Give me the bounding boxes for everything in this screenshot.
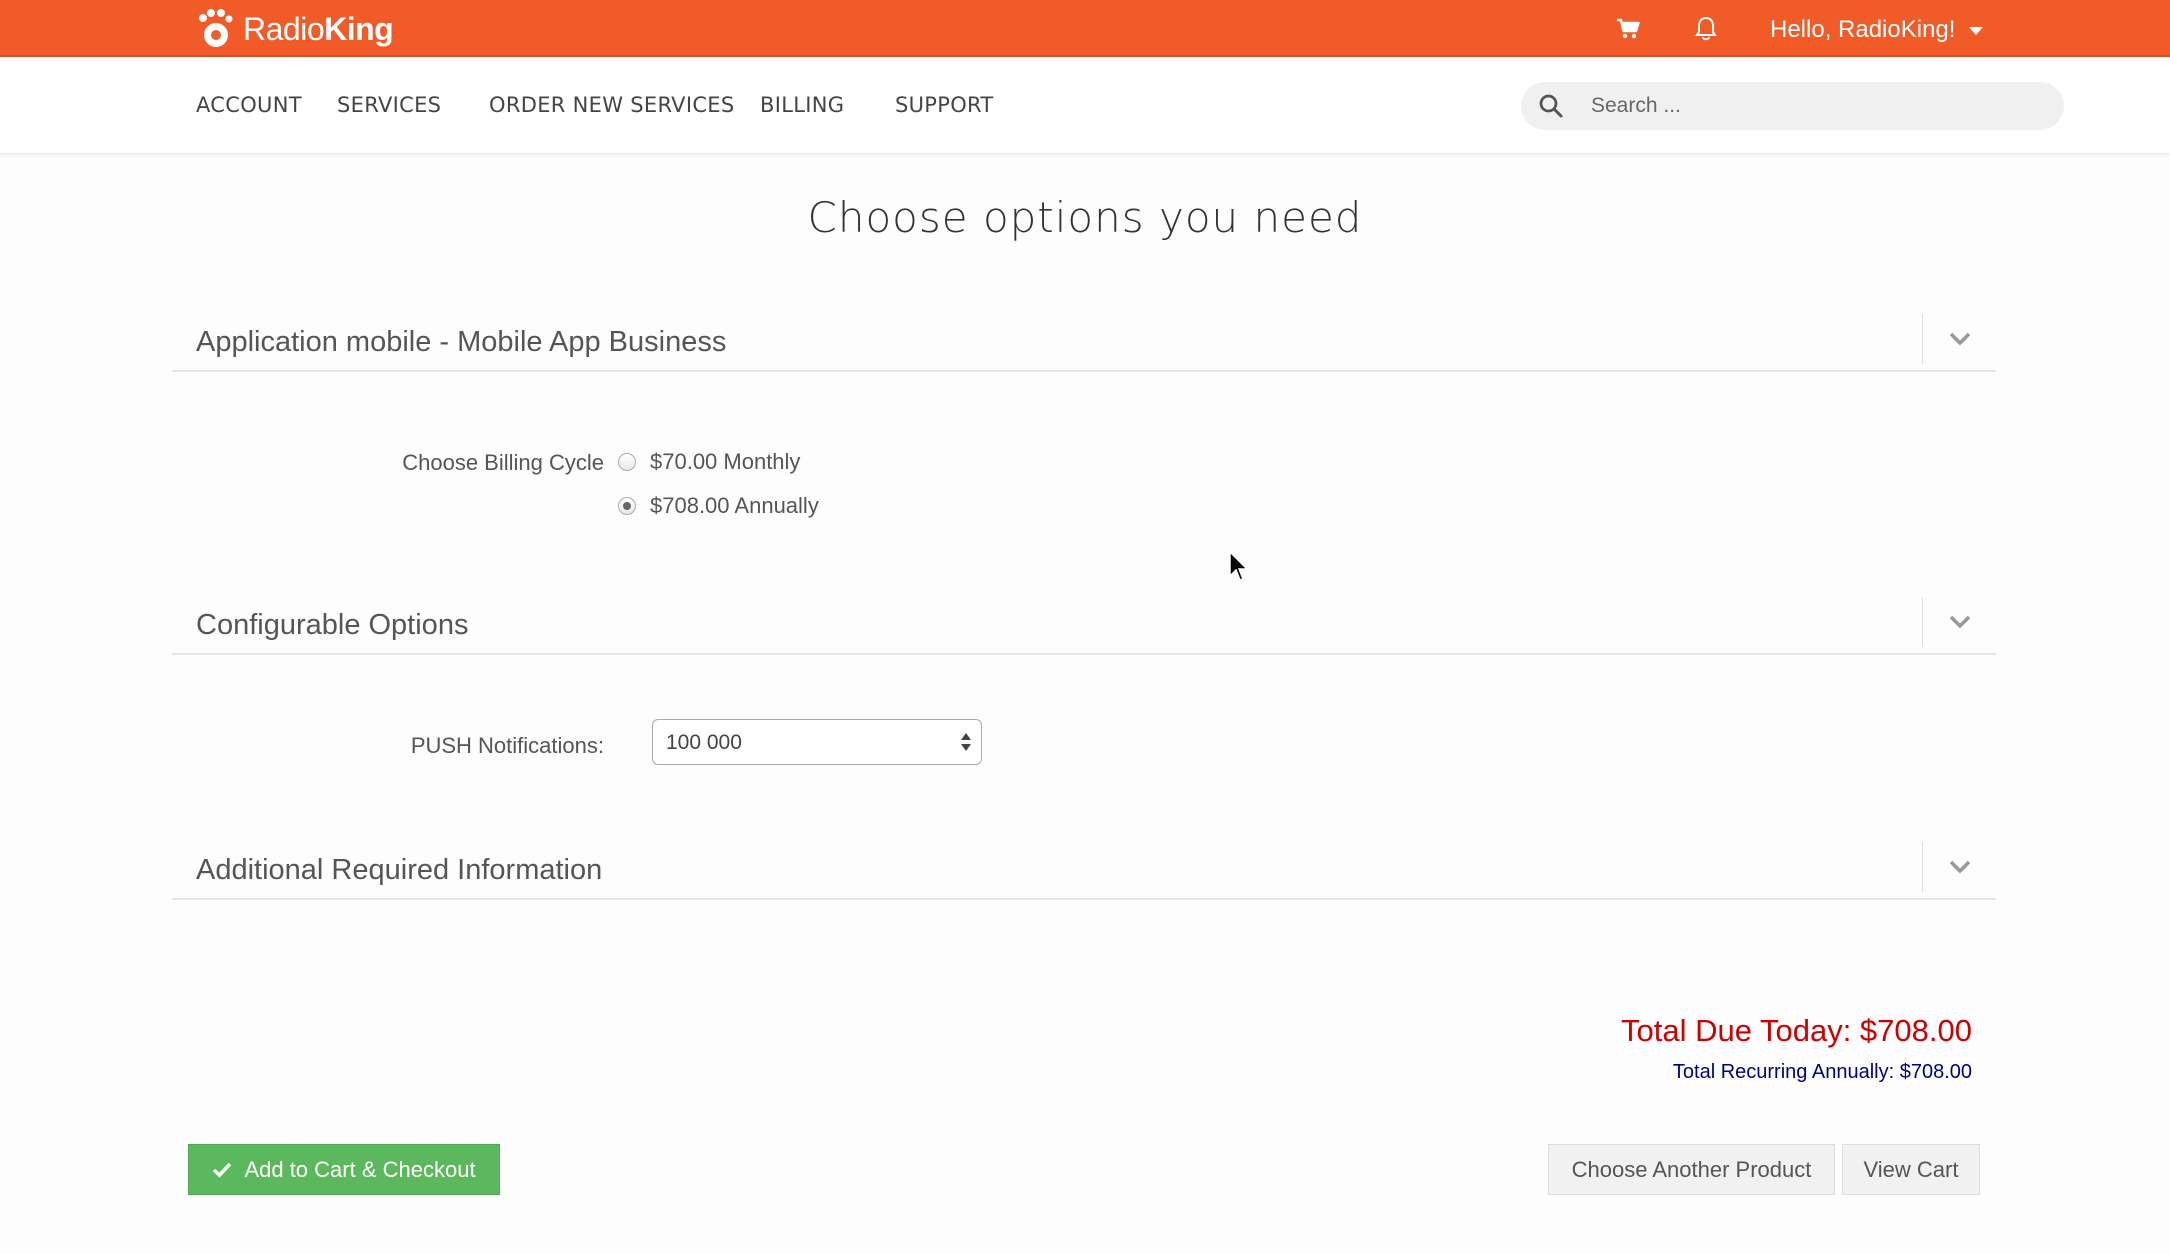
search-input[interactable] — [1591, 82, 2041, 130]
config-panel-header[interactable]: Configurable Options — [172, 597, 1996, 655]
billing-option-monthly-label: $70.00 Monthly — [650, 449, 801, 474]
radioking-logo-icon — [195, 8, 235, 50]
top-bar: RadioKing Hello, RadioKing! — [0, 0, 2170, 57]
chevron-down-icon — [1969, 27, 1984, 35]
search-box — [1521, 82, 2064, 130]
add-to-cart-checkout-label: Add to Cart & Checkout — [244, 1156, 476, 1182]
additional-panel-title: Additional Required Information — [196, 854, 603, 886]
nav-item-billing[interactable]: BILLING — [760, 93, 844, 117]
choose-another-product-button[interactable]: Choose Another Product — [1548, 1144, 1835, 1195]
logo[interactable]: RadioKing — [195, 8, 394, 50]
radio-monthly[interactable] — [618, 453, 636, 471]
radio-annually[interactable] — [618, 497, 636, 515]
product-panel-toggle[interactable] — [1922, 314, 1996, 364]
chevron-down-icon — [1949, 332, 1970, 346]
additional-panel-toggle[interactable] — [1922, 842, 1996, 892]
select-arrows-icon — [960, 731, 972, 759]
chevron-down-icon — [1949, 860, 1970, 874]
config-panel-toggle[interactable] — [1922, 597, 1996, 647]
total-recurring: Total Recurring Annually: $708.00 — [1672, 1061, 1972, 1083]
nav-item-services[interactable]: SERVICES — [337, 93, 441, 117]
mouse-cursor-icon — [1228, 550, 1250, 589]
page-title: Choose options you need — [807, 193, 1363, 242]
cart-icon[interactable] — [1613, 14, 1643, 44]
chevron-down-icon — [1949, 615, 1970, 629]
push-notifications-select[interactable]: 100 000 — [652, 719, 982, 765]
config-panel-title: Configurable Options — [196, 609, 469, 641]
nav-item-support[interactable]: SUPPORT — [895, 93, 994, 117]
billing-option-annually[interactable]: $708.00 Annually — [618, 493, 819, 519]
add-to-cart-checkout-button[interactable]: Add to Cart & Checkout — [188, 1144, 500, 1195]
check-icon — [213, 1162, 232, 1177]
product-panel-title: Application mobile - Mobile App Business — [196, 326, 727, 358]
total-due-today: Total Due Today: $708.00 — [1620, 1013, 1972, 1048]
bell-icon[interactable] — [1691, 14, 1721, 44]
additional-panel-header[interactable]: Additional Required Information — [172, 842, 1996, 900]
logo-text-bold: King — [324, 10, 394, 47]
logo-text-light: Radio — [243, 10, 325, 47]
push-notifications-label: PUSH Notifications: — [410, 733, 604, 758]
push-notifications-value: 100 000 — [666, 731, 742, 754]
nav-item-account[interactable]: ACCOUNT — [196, 93, 302, 117]
view-cart-button[interactable]: View Cart — [1842, 1144, 1980, 1195]
logo-text: RadioKing — [243, 10, 394, 48]
product-panel-header[interactable]: Application mobile - Mobile App Business — [172, 314, 1996, 372]
main-nav: ACCOUNT SERVICES ORDER NEW SERVICES BILL… — [0, 57, 2170, 154]
billing-option-annually-label: $708.00 Annually — [650, 493, 819, 518]
billing-cycle-label: Choose Billing Cycle — [402, 450, 604, 475]
billing-option-monthly[interactable]: $70.00 Monthly — [618, 449, 800, 475]
search-icon[interactable] — [1538, 93, 1564, 124]
user-menu[interactable]: Hello, RadioKing! — [1770, 14, 1984, 46]
nav-item-order-new-services[interactable]: ORDER NEW SERVICES — [489, 93, 735, 117]
greeting-text: Hello, RadioKing! — [1770, 16, 1956, 43]
